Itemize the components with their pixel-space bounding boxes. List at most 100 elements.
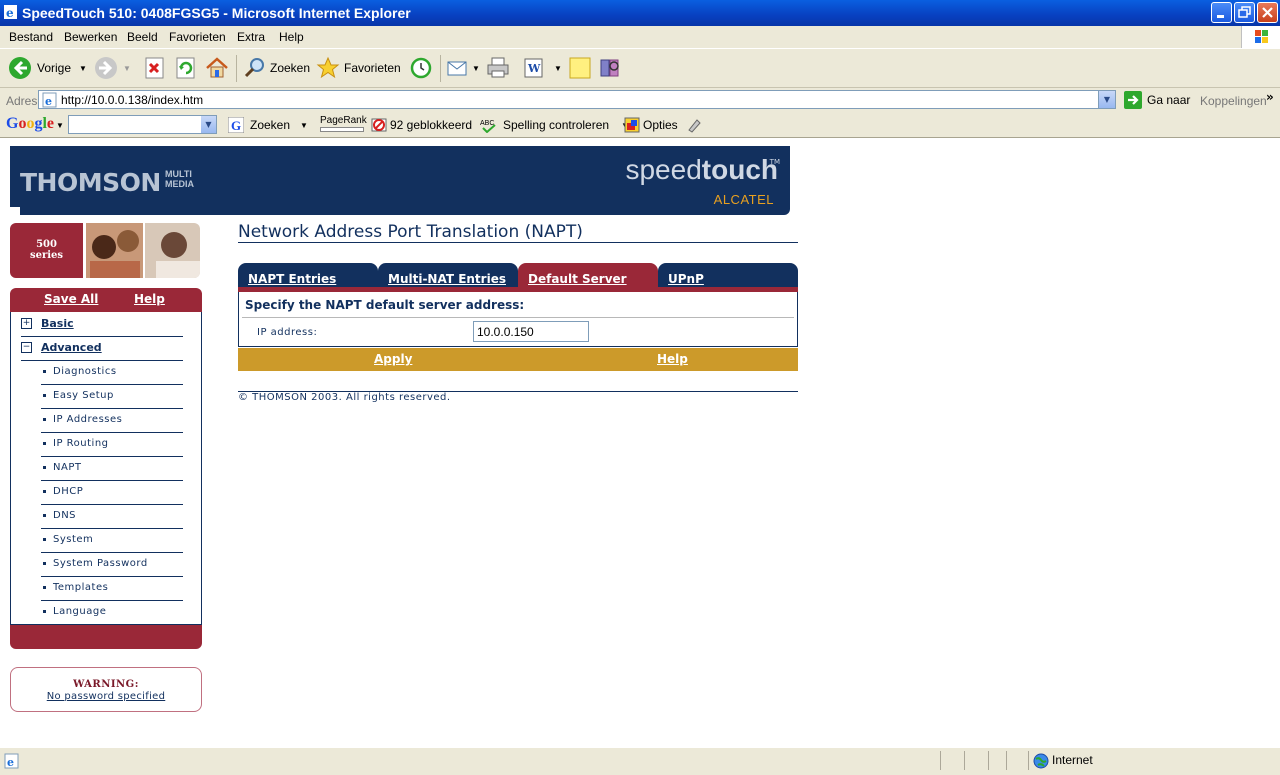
- bullet-icon: [43, 586, 46, 589]
- ip-address-input[interactable]: [473, 321, 589, 342]
- sidebar-item-language[interactable]: Language: [41, 600, 183, 624]
- edit-dropdown-icon[interactable]: ▼: [554, 64, 562, 73]
- apply-button[interactable]: Apply: [374, 352, 412, 366]
- sidebar-menu: + Basic − Advanced Diagnostics Easy Setu…: [10, 312, 202, 625]
- tab-napt-entries[interactable]: NAPT Entries: [238, 263, 378, 287]
- go-button[interactable]: Ga naar: [1124, 91, 1190, 109]
- refresh-button[interactable]: [174, 55, 198, 81]
- sidebar-item-advanced[interactable]: − Advanced: [21, 336, 183, 361]
- no-password-link[interactable]: No password specified: [11, 691, 201, 702]
- word-edit-icon: W: [524, 58, 543, 78]
- star-icon: [316, 56, 340, 79]
- sidebar-item-ip-addresses[interactable]: IP Addresses: [41, 408, 183, 433]
- stop-button[interactable]: [143, 55, 167, 81]
- banner-notch: [10, 207, 20, 215]
- refresh-icon: [176, 57, 195, 79]
- google-search-button[interactable]: G Zoeken ▼: [228, 117, 308, 133]
- highlighter-icon[interactable]: [686, 117, 702, 133]
- print-button[interactable]: [486, 55, 510, 81]
- mail-dropdown-icon[interactable]: ▼: [472, 64, 480, 73]
- chevron-right-icon[interactable]: »: [1266, 90, 1274, 104]
- svg-text:W: W: [527, 62, 541, 75]
- spellcheck-button[interactable]: ABC Spelling controleren ▼: [480, 117, 629, 133]
- sidebar-item-templates[interactable]: Templates: [41, 576, 183, 601]
- home-button[interactable]: [205, 55, 229, 81]
- menu-help[interactable]: Help: [279, 30, 304, 44]
- status-pane: [1006, 751, 1007, 770]
- menu-favorieten[interactable]: Favorieten: [169, 30, 226, 44]
- menu-bestand[interactable]: Bestand: [9, 30, 53, 44]
- sidebar-item-system-password[interactable]: System Password: [41, 552, 183, 577]
- google-toolbar: Google ▼ ▼ G Zoeken ▼ PageRank 92 geblokk…: [0, 113, 1280, 138]
- expand-icon[interactable]: +: [21, 318, 32, 329]
- history-button[interactable]: [408, 55, 432, 81]
- help-button[interactable]: Help: [657, 352, 688, 366]
- status-bar: e Internet: [0, 747, 1280, 775]
- ip-address-label: IP address:: [257, 327, 318, 338]
- standard-toolbar: Vorige ▼ ▼ Zoeken Favorieten ▼ W ▼: [0, 49, 1280, 88]
- menu-beeld[interactable]: Beeld: [127, 30, 158, 44]
- favorites-button[interactable]: Favorieten: [316, 55, 401, 81]
- status-pane: [940, 751, 941, 770]
- back-dropdown-icon[interactable]: ▼: [79, 64, 87, 73]
- google-menu-dropdown-icon[interactable]: ▼: [56, 121, 64, 130]
- sidebar-item-diagnostics[interactable]: Diagnostics: [41, 360, 183, 385]
- bullet-icon: [43, 610, 46, 613]
- tab-default-server[interactable]: Default Server: [518, 263, 658, 287]
- links-toolbar[interactable]: Koppelingen: [1200, 94, 1267, 108]
- mail-icon: [447, 61, 467, 76]
- window-title-bar[interactable]: e SpeedTouch 510: 0408FGSG5 - Microsoft …: [0, 0, 1280, 26]
- address-dropdown-icon[interactable]: ▼: [1098, 91, 1115, 108]
- close-window-button[interactable]: [1257, 2, 1278, 23]
- google-search-dropdown-icon[interactable]: ▼: [201, 116, 216, 133]
- toolbar-separator: [440, 55, 441, 82]
- research-button[interactable]: [598, 55, 622, 81]
- stop-icon: [145, 57, 164, 79]
- form-heading: Specify the NAPT default server address:: [245, 298, 525, 312]
- forward-button[interactable]: ▼: [94, 55, 131, 81]
- ie-icon: e: [4, 5, 17, 20]
- forward-dropdown-icon[interactable]: ▼: [123, 64, 131, 73]
- sidebar-item-system[interactable]: System: [41, 528, 183, 553]
- default-server-form: Specify the NAPT default server address:…: [238, 292, 798, 347]
- discuss-button[interactable]: [568, 55, 592, 81]
- sidebar-item-dhcp[interactable]: DHCP: [41, 480, 183, 505]
- bullet-icon: [43, 466, 46, 469]
- bullet-icon: [43, 538, 46, 541]
- globe-icon: [1033, 753, 1049, 769]
- google-search-input[interactable]: ▼: [68, 115, 217, 134]
- options-button[interactable]: Opties: [624, 117, 678, 133]
- popup-blocker-button[interactable]: 92 geblokkeerd: [371, 117, 472, 133]
- save-all-link[interactable]: Save All: [44, 292, 98, 306]
- sidebar-item-basic[interactable]: + Basic: [21, 312, 183, 337]
- address-url: http://10.0.0.138/index.htm: [61, 93, 204, 107]
- options-icon: [624, 117, 640, 133]
- warning-box: WARNING: No password specified: [10, 667, 202, 712]
- google-logo[interactable]: Google ▼: [6, 115, 64, 133]
- sidebar-help-link[interactable]: Help: [134, 292, 165, 306]
- popup-blocked-icon: [371, 118, 387, 132]
- mail-button[interactable]: ▼: [446, 55, 480, 81]
- back-button[interactable]: Vorige ▼: [8, 55, 87, 81]
- address-input[interactable]: e http://10.0.0.138/index.htm ▼: [38, 90, 1116, 109]
- google-search-options-icon[interactable]: ▼: [300, 121, 308, 130]
- title-divider: [238, 242, 798, 243]
- menu-extra[interactable]: Extra: [237, 30, 265, 44]
- bullet-icon: [43, 562, 46, 565]
- toolbar-separator: [236, 55, 237, 82]
- menu-bewerken[interactable]: Bewerken: [64, 30, 117, 44]
- sidebar-item-easy-setup[interactable]: Easy Setup: [41, 384, 183, 409]
- tab-upnp[interactable]: UPnP: [658, 263, 798, 287]
- bullet-icon: [43, 418, 46, 421]
- restore-button[interactable]: [1234, 2, 1255, 23]
- pagerank-indicator[interactable]: PageRank: [320, 115, 367, 132]
- tab-multi-nat-entries[interactable]: Multi-NAT Entries: [378, 263, 518, 287]
- sidebar-item-dns[interactable]: DNS: [41, 504, 183, 529]
- sidebar-item-napt[interactable]: NAPT: [41, 456, 183, 481]
- collapse-icon[interactable]: −: [21, 342, 32, 353]
- edit-button[interactable]: W ▼: [522, 55, 562, 81]
- pagerank-bar: [320, 127, 364, 132]
- minimize-button[interactable]: [1211, 2, 1232, 23]
- sidebar-item-ip-routing[interactable]: IP Routing: [41, 432, 183, 457]
- search-button[interactable]: Zoeken: [243, 55, 310, 81]
